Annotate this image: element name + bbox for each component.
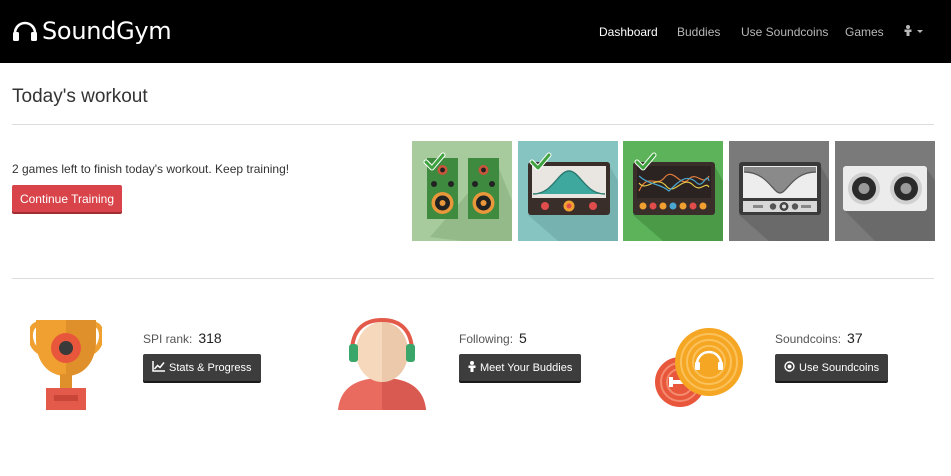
filter-curve-icon (739, 162, 829, 241)
chart-icon (152, 360, 165, 375)
game-tile-stereo-speaker[interactable] (835, 141, 935, 241)
game-tile-filter-curve[interactable] (729, 141, 829, 241)
avatar-headphones-icon (338, 317, 426, 415)
spectrum-analyzer-icon (633, 152, 723, 241)
meet-your-buddies-label: Meet Your Buddies (480, 361, 573, 374)
soundcoins-label: Soundcoins: (775, 332, 842, 346)
following-value: 5 (519, 330, 527, 346)
user-icon (904, 24, 912, 39)
stereo-speaker-icon (843, 166, 935, 241)
trophy-icon (28, 316, 104, 417)
following-count: Following: 5 (459, 330, 527, 346)
meet-your-buddies-button[interactable]: Meet Your Buddies (459, 354, 582, 381)
top-navbar: SoundGym Dashboard Buddies Use Soundcoin… (0, 0, 951, 63)
spi-rank-label: SPI rank: (143, 332, 193, 346)
continue-training-button[interactable]: Continue Training (12, 185, 122, 212)
chevron-down-icon (917, 30, 923, 33)
use-soundcoins-button[interactable]: Use Soundcoins (775, 354, 889, 381)
stats-progress-label: Stats & Progress (169, 361, 252, 374)
spi-rank-value: 318 (198, 330, 222, 346)
coin-icon (784, 360, 795, 375)
nav-games[interactable]: Games (845, 25, 884, 39)
following-label: Following: (459, 332, 514, 346)
soundcoins-value: 37 (847, 330, 863, 346)
game-tile-speakers[interactable] (412, 141, 512, 241)
use-soundcoins-label: Use Soundcoins (799, 361, 880, 374)
game-tile-spectrum-analyzer[interactable] (623, 141, 723, 241)
soundcoins-icon (654, 324, 746, 415)
nav-use-soundcoins[interactable]: Use Soundcoins (741, 25, 828, 39)
soundcoins-count: Soundcoins: 37 (775, 330, 863, 346)
nav-dashboard[interactable]: Dashboard (599, 25, 658, 39)
user-menu-toggle[interactable] (904, 0, 923, 63)
workout-message: 2 games left to finish today's workout. … (12, 162, 290, 176)
divider (12, 124, 934, 125)
speakers-icon (423, 152, 512, 241)
eq-curve-icon (528, 152, 618, 241)
headphones-icon (12, 20, 38, 42)
stats-progress-button[interactable]: Stats & Progress (143, 354, 261, 381)
page-title: Today's workout (12, 86, 148, 107)
brand-logo[interactable]: SoundGym (12, 15, 172, 47)
game-tile-eq-curve[interactable] (518, 141, 618, 241)
user-icon (468, 360, 476, 375)
brand-name: SoundGym (42, 17, 172, 45)
divider (12, 278, 934, 279)
nav-buddies[interactable]: Buddies (677, 25, 720, 39)
spi-rank: SPI rank: 318 (143, 330, 222, 346)
